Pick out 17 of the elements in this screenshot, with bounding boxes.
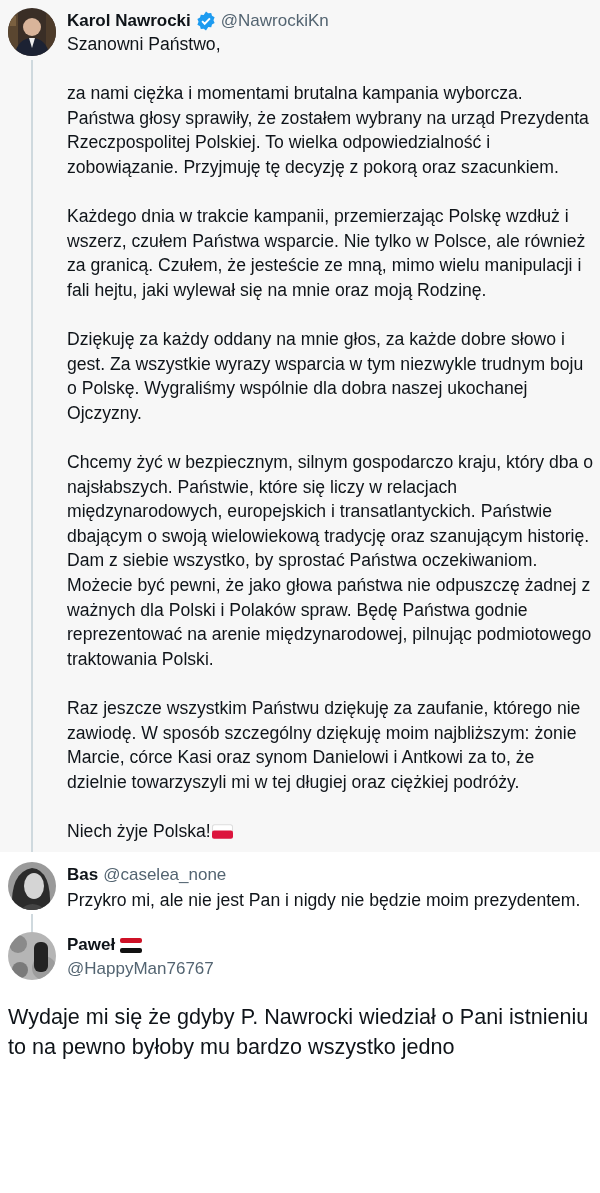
post-paragraph: Dziękuję za każdy oddany na mnie głos, za każde dobre słowo i gest. Za wszystkie wyrazy wsparcia w tym niezwykle trudnym boju o Polskę. Wygraliśmy wspólnie dla dobra naszej ukochanej Ojczyzny.: [67, 328, 585, 425]
post-paragraph: Niech żyje Polska!: [67, 820, 211, 843]
flag-icon: [120, 937, 143, 953]
reply-text: Przykro mi, ale nie jest Pan i nigdy nie będzie moim prezydentem.: [67, 888, 582, 912]
post-paragraph: za nami ciężka i momentami brutalna kampania wyborcza. Państwa głosy sprawiły, że zostałem wybrany na urząd Prezydenta Rzeczpospolitej Polskiej. To wielka odpowiedzialność i zobowiązanie. Przyjmuję tę decyzję z pokorą oraz szacunkiem.: [67, 82, 590, 179]
author-name[interactable]: Bas: [67, 864, 99, 885]
post-paragraph: Chcemy żyć w bezpiecznym, silnym gospodarczo kraju, który dba o najsłabszych. Państwie, które się liczy w relacjach międzynarodowych, europejskich i transatlantyckich. Państwie dbającym o swoją wielowiekową tradycję oraz szanującym historię. Dam z siebie wszystko, by sprostać Państwa oczekiwaniom. Możecie być pewni, że jako głowa państwa nie odpuszczę żadnej z ważnych dla Polski i Polaków spraw. Będę Państwa godnie reprezentować na arenie międzynarodowej, pilnując podmiotowego traktowania Polski.: [67, 451, 594, 671]
author-name[interactable]: Karol Nawrocki: [67, 11, 191, 31]
author-handle[interactable]: @HappyMan76767: [67, 959, 214, 979]
post-paragraph: Szanowni Państwo,: [67, 33, 222, 56]
author-handle[interactable]: @caselea_none: [103, 864, 227, 885]
flag-icon: [211, 823, 233, 839]
author-handle[interactable]: @NawrockiKn: [220, 11, 329, 31]
comment-text: Wydaje mi się że gdyby P. Nawrocki wiedział o Pani istnieniu to na pewno byłoby mu bardzo wszystko jedno: [8, 1003, 590, 1062]
post-paragraph: Każdego dnia w trakcie kampanii, przemierzając Polskę wzdłuż i wszerz, czułem Państwa wsparcie. Nie tylko w Polsce, ale również za granicą. Czułem, że jesteście ze mną, mimo wielu manipulacji i fali hejtu, jaki wylewał się na mnie oraz moją Rodzinę.: [67, 205, 587, 302]
post-paragraph: Raz jeszcze wszystkim Państwu dziękuję za zaufanie, którego nie zawiodę. W sposób szczególny dziękuję moim najbliższym: żonie Marcie, córce Kasi oraz synom Danielowi i Antkowi za to, że dzielnie towarzyszyli mi w tej długiej oraz ciężkiej podróży.: [67, 697, 582, 794]
author-name[interactable]: Paweł: [67, 935, 116, 956]
